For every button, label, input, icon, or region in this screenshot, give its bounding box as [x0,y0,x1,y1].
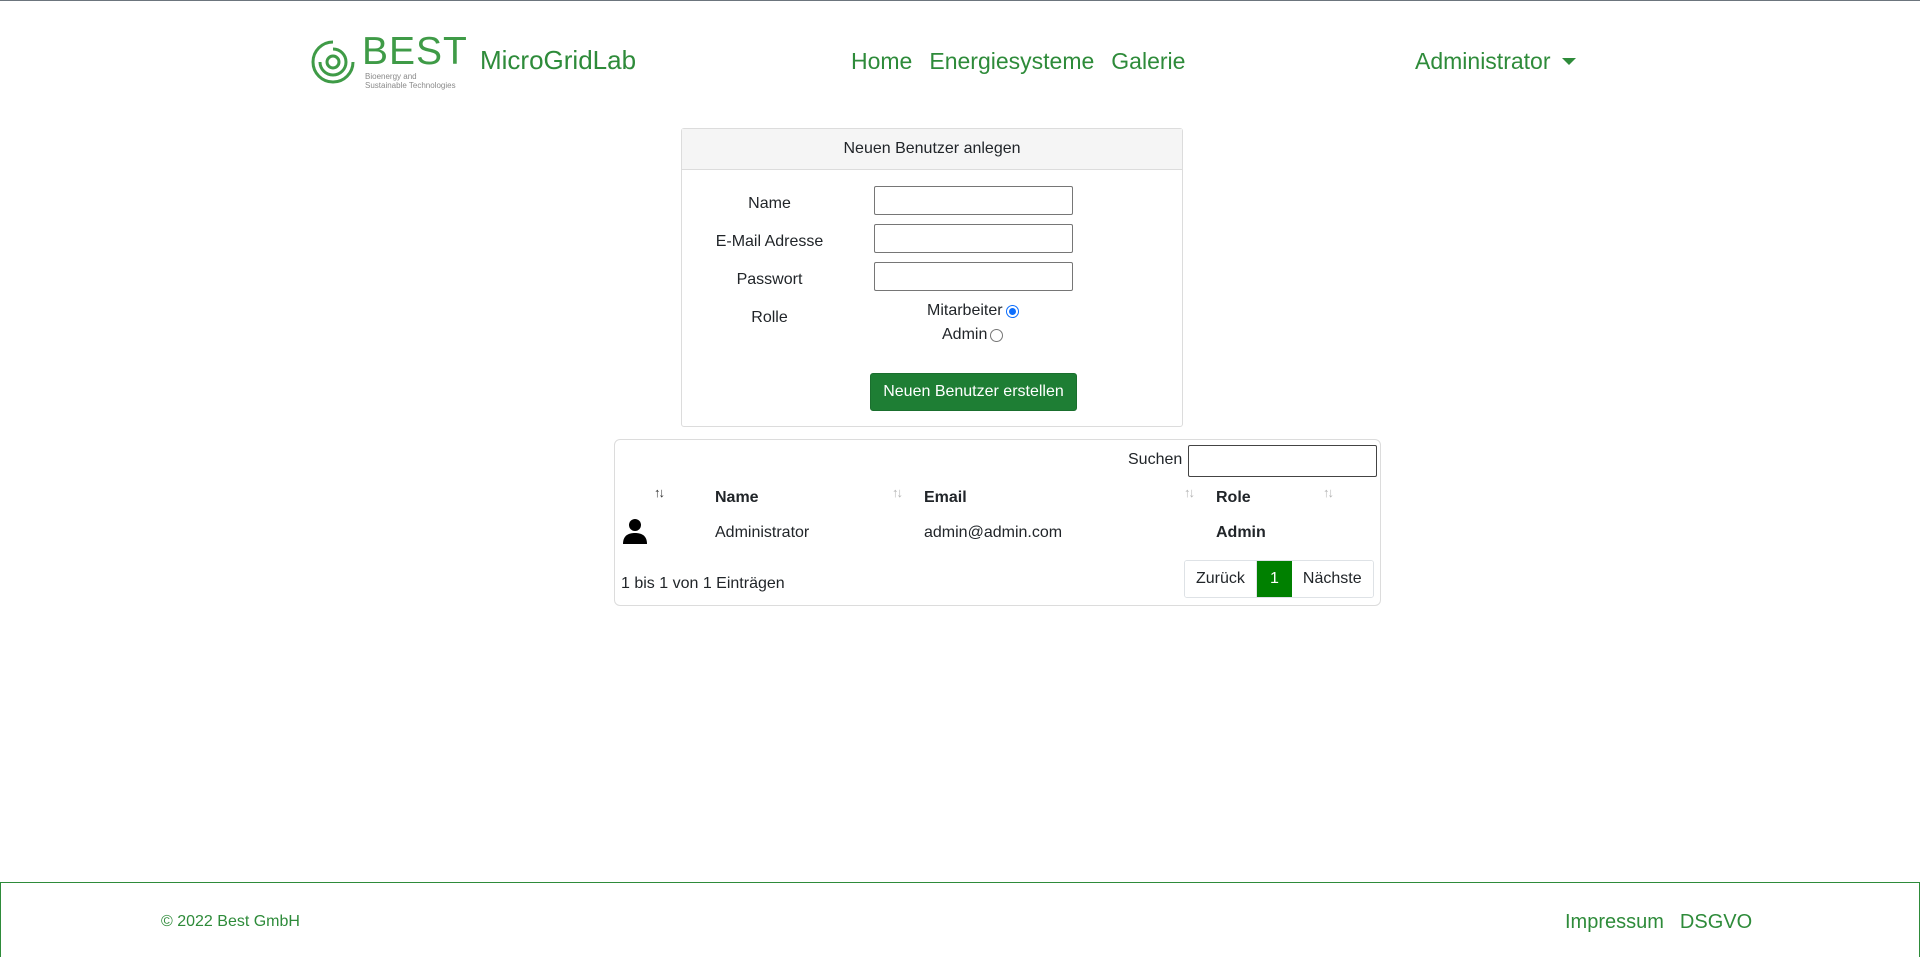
footer-link-impressum[interactable]: Impressum [1565,911,1664,934]
email-label: E-Mail Adresse [715,233,824,250]
password-label: Passwort [736,271,803,288]
sort-arrows-icon[interactable]: ↑↓ [1184,485,1195,500]
table-cell-name: Administrator [715,524,810,541]
role-label: Rolle [751,309,788,326]
sort-arrows-icon[interactable]: ↑↓ [1323,485,1334,500]
mitarbeiter-radio[interactable] [1005,304,1019,318]
admin-radio[interactable] [990,328,1004,342]
table-cell-email: admin@admin.com [924,524,1063,541]
sort-arrows-icon[interactable]: ↑↓ [892,485,903,500]
brand-name[interactable]: MicroGridLab [480,44,636,76]
pagination-prev-button[interactable]: Zurück [1185,561,1257,597]
name-input[interactable] [874,186,1073,215]
new-user-card: Neuen Benutzer anlegen Name E-Mail Adres… [681,128,1183,427]
table-info: 1 bis 1 von 1 Einträgen [621,575,785,592]
nav-home[interactable]: Home [851,46,912,76]
column-header-role[interactable]: Role [1216,489,1251,507]
create-user-button[interactable]: Neuen Benutzer erstellen [870,373,1077,411]
main-nav: Home Energiesysteme Galerie [851,46,1185,76]
search-label: Suchen [1128,451,1183,468]
user-menu-dropdown[interactable]: Administrator [1415,46,1577,76]
email-input[interactable] [874,224,1073,253]
table-cell-role: Admin [1216,524,1266,541]
pagination-next-button[interactable]: Nächste [1291,561,1373,597]
users-table-card: Suchen ↑↓ Name ↑↓ Email ↑↓ Role ↑↓ Admin… [614,439,1381,606]
logo-tagline-1: Bioenergy and [365,72,417,81]
nav-galerie[interactable]: Galerie [1111,46,1185,76]
best-logo[interactable]: BEST Bioenergy and Sustainable Technolog… [310,30,474,92]
pagination: Zurück 1 Nächste [1184,560,1374,598]
site-header: BEST Bioenergy and Sustainable Technolog… [0,0,1920,120]
site-footer: © 2022 Best GmbH Impressum DSGVO [0,882,1920,957]
password-input[interactable] [874,262,1073,291]
role-option-admin[interactable]: Admin [942,326,1004,344]
role-option-admin-label: Admin [942,326,988,343]
logo-tagline-2: Sustainable Technologies [365,81,456,90]
column-header-name[interactable]: Name [715,489,759,507]
nav-energiesysteme[interactable]: Energiesysteme [929,46,1094,76]
footer-link-dsgvo[interactable]: DSGVO [1680,911,1752,934]
role-option-mitarbeiter-label: Mitarbeiter [927,302,1003,319]
person-icon [623,519,647,544]
user-menu-label: Administrator [1415,48,1551,74]
best-logo-icon [311,40,355,84]
caret-down-icon [1562,57,1577,65]
sort-arrows-icon[interactable]: ↑↓ [654,485,665,500]
pagination-page-1[interactable]: 1 [1256,561,1292,597]
column-header-email[interactable]: Email [924,489,967,507]
logo-wordmark: BEST [362,30,468,73]
role-option-mitarbeiter[interactable]: Mitarbeiter [927,302,1019,320]
search-input[interactable] [1188,445,1377,477]
name-label: Name [748,195,791,212]
copyright: © 2022 Best GmbH [161,913,300,930]
footer-links: Impressum DSGVO [1565,911,1752,934]
new-user-card-title: Neuen Benutzer anlegen [682,129,1182,170]
